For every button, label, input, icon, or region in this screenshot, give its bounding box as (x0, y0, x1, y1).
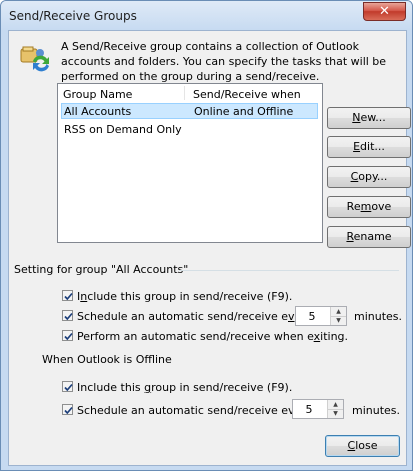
offline-interval-spinner[interactable]: 5 ▲ ▼ (292, 399, 344, 419)
column-header-group-name[interactable]: Group Name (63, 88, 132, 101)
group-settings-separator (179, 270, 399, 271)
spin-down-arrow-icon[interactable]: ▼ (331, 316, 346, 325)
checkmark-icon (64, 292, 73, 301)
online-minutes-label: minutes. (354, 310, 403, 323)
spin-buttons: ▲ ▼ (327, 400, 343, 418)
edit-button[interactable]: Edit... (327, 136, 411, 158)
offline-interval-value[interactable]: 5 (293, 403, 325, 416)
close-icon: ✕ (379, 4, 390, 19)
online-interval-value[interactable]: 5 (296, 310, 328, 323)
column-divider[interactable] (184, 86, 185, 100)
online-interval-spinner[interactable]: 5 ▲ ▼ (295, 306, 347, 326)
offline-minutes-label: minutes. (352, 404, 401, 417)
include-group-offline-checkbox[interactable] (62, 381, 73, 392)
window-close-button[interactable]: ✕ (363, 2, 406, 21)
include-group-label[interactable]: Include this group in send/receive (F9). (77, 290, 292, 303)
group-row-rss-on-demand[interactable]: RSS on Demand Only (61, 122, 318, 138)
window-title: Send/Receive Groups (9, 9, 137, 23)
checkmark-icon (64, 332, 73, 341)
group-when-cell: Online and Offline (194, 105, 294, 118)
schedule-online-checkbox[interactable] (62, 310, 73, 321)
send-receive-groups-dialog: Send/Receive Groups ✕ A Send/Receive gro… (0, 0, 413, 471)
dialog-description: A Send/Receive group contains a collecti… (61, 40, 387, 83)
checkmark-icon (64, 406, 73, 415)
spin-down-arrow-icon[interactable]: ▼ (328, 409, 343, 418)
title-bar[interactable]: Send/Receive Groups ✕ (1, 1, 412, 31)
include-group-checkbox[interactable] (62, 290, 73, 301)
schedule-offline-checkbox[interactable] (62, 404, 73, 415)
offline-settings-heading: When Outlook is Offline (42, 353, 172, 366)
column-header-send-receive-when[interactable]: Send/Receive when (193, 88, 301, 101)
spin-buttons: ▲ ▼ (330, 307, 346, 325)
group-name-cell: All Accounts (64, 105, 132, 118)
close-button[interactable]: Close (325, 435, 400, 457)
group-settings-heading: Setting for group "All Accounts" (14, 263, 189, 276)
copy-button[interactable]: Copy... (327, 166, 411, 188)
include-group-offline-label[interactable]: Include this group in send/receive (F9). (77, 381, 292, 394)
schedule-online-label[interactable]: Schedule an automatic send/receive every (77, 310, 312, 323)
group-row-all-accounts[interactable]: All Accounts Online and Offline (61, 103, 318, 119)
checkmark-icon (64, 383, 73, 392)
send-receive-groups-icon (20, 46, 49, 72)
schedule-offline-label[interactable]: Schedule an automatic send/receive every (77, 404, 312, 417)
dialog-body: A Send/Receive group contains a collecti… (8, 30, 411, 466)
checkmark-icon (64, 312, 73, 321)
remove-button[interactable]: Remove (327, 196, 411, 218)
groups-list[interactable]: Group Name Send/Receive when All Account… (57, 83, 323, 243)
exit-send-receive-label[interactable]: Perform an automatic send/receive when e… (77, 330, 348, 343)
group-name-cell: RSS on Demand Only (64, 123, 182, 136)
rename-button[interactable]: Rename (327, 226, 411, 248)
exit-send-receive-checkbox[interactable] (62, 330, 73, 341)
new-button[interactable]: New... (327, 107, 411, 129)
